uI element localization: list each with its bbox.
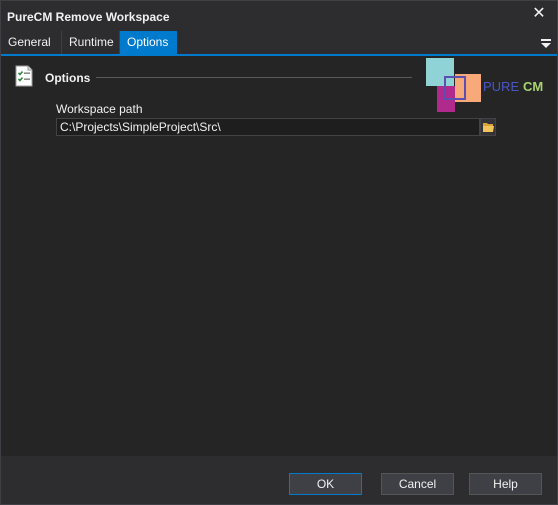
close-icon: ✕	[532, 5, 546, 22]
title-bar: PureCM Remove Workspace	[1, 1, 557, 31]
section-divider	[96, 77, 412, 78]
tab-options-label: Options	[127, 35, 169, 49]
logo-text-cm: CM	[523, 79, 543, 94]
folder-icon	[483, 123, 494, 132]
logo-text-pure: PURE	[483, 79, 519, 94]
help-button[interactable]: Help	[469, 473, 542, 495]
tab-general[interactable]: General	[1, 31, 62, 54]
workspace-path-label: Workspace path	[56, 102, 143, 116]
browse-button[interactable]	[480, 118, 496, 136]
options-panel	[1, 56, 557, 456]
tab-menu-icon[interactable]	[541, 37, 551, 48]
dialog-window: PureCM Remove Workspace ✕ General Runtim…	[0, 0, 558, 505]
cancel-button[interactable]: Cancel	[381, 473, 454, 495]
workspace-path-input[interactable]	[56, 118, 480, 136]
tab-runtime[interactable]: Runtime	[62, 31, 120, 54]
purecm-logo: PURE CM	[423, 57, 547, 113]
tab-general-label: General	[8, 35, 51, 49]
tab-options[interactable]: Options	[120, 31, 177, 54]
close-button[interactable]: ✕	[531, 6, 547, 22]
ok-button[interactable]: OK	[289, 473, 362, 495]
section-title: Options	[45, 71, 91, 85]
window-title: PureCM Remove Workspace	[7, 10, 170, 24]
tab-runtime-label: Runtime	[69, 35, 114, 49]
checklist-icon	[14, 65, 34, 87]
